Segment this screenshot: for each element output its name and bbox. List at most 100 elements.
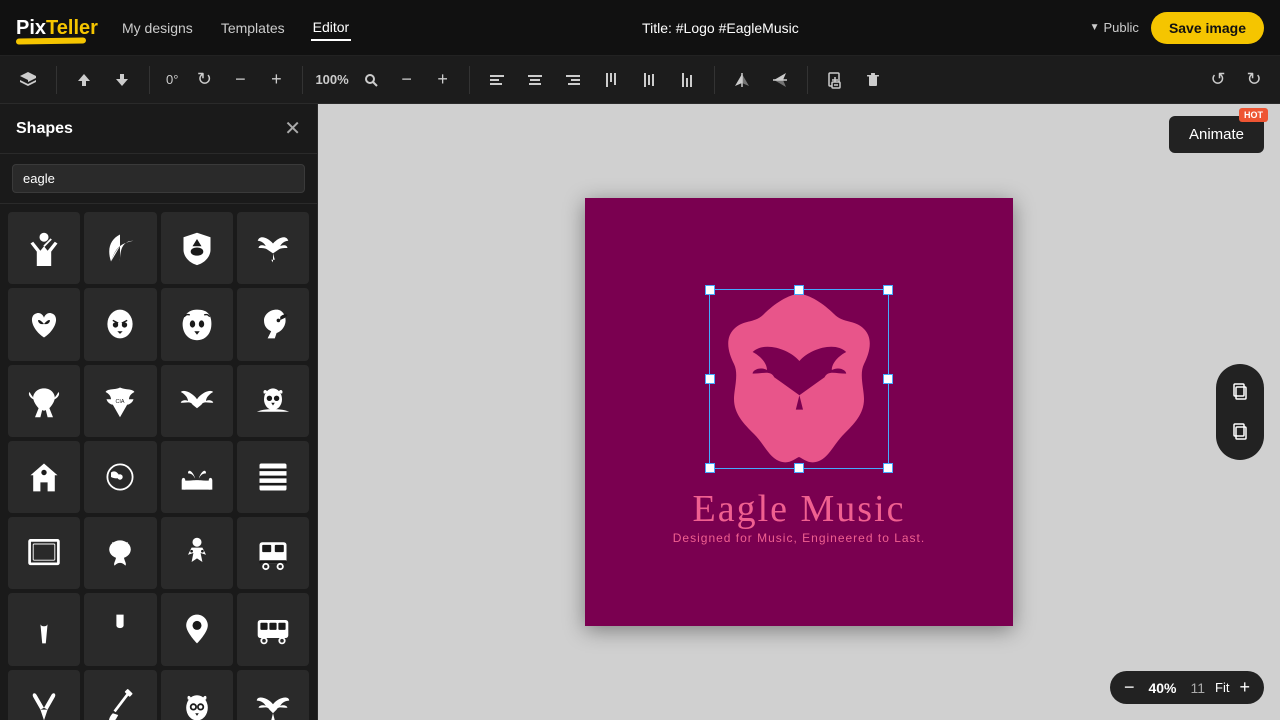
close-sidebar-button[interactable]: ✕ [284,116,301,141]
save-image-button[interactable]: Save image [1151,12,1264,44]
shape-bus-side[interactable] [237,593,309,665]
sep-1 [56,66,57,94]
copy-up-button[interactable] [1216,372,1264,412]
sidebar-title: Shapes [16,120,73,138]
shape-eagle-beak[interactable] [84,517,156,589]
shape-person[interactable] [8,212,80,284]
sep-6 [807,66,808,94]
shape-eagle-feather[interactable] [84,212,156,284]
flip-horizontal-button[interactable] [727,67,757,93]
search-input[interactable] [12,164,305,193]
rotate-plus-button[interactable]: + [262,65,290,94]
flip-vertical-button[interactable] [765,67,795,93]
rotate-value: 0° [162,72,182,87]
animate-button-wrapper: Animate HOT [1169,116,1264,153]
nav-editor[interactable]: Editor [311,15,352,41]
shape-eagle-sitting[interactable] [8,365,80,437]
align-top-button[interactable] [596,67,626,93]
shape-fork-tool[interactable] [8,593,80,665]
shape-wishbone[interactable] [8,670,80,720]
shape-owl-round[interactable] [161,670,233,720]
main-area: Shapes ✕ [0,104,1280,720]
shape-bird-right[interactable] [237,670,309,720]
move-layer-down-button[interactable] [107,67,137,93]
canvas-subtitle: Designed for Music, Engineered to Last. [673,531,925,545]
shape-cia-eagle[interactable]: CIA [84,365,156,437]
delete-button[interactable] [858,67,888,93]
bottom-zoom-bar: − 40% 11 Fit + [1110,671,1264,704]
move-layer-up-button[interactable] [69,67,99,93]
shape-eagle-flying[interactable] [161,365,233,437]
redo-button[interactable]: ↻ [1240,65,1268,94]
add-page-button[interactable] [820,67,850,93]
zoom-out-button[interactable]: − [1124,677,1135,698]
rotate-minus-button[interactable]: − [226,65,254,94]
shape-eagle-face-round[interactable] [161,288,233,360]
title-label: Title: [642,20,672,36]
align-left-button[interactable] [482,67,512,93]
align-middle-button[interactable] [634,67,664,93]
eagle-badge-svg [689,279,909,479]
nav-my-designs[interactable]: My designs [120,16,195,40]
shape-bird-stripes[interactable] [237,441,309,513]
align-bottom-button[interactable] [672,67,702,93]
canvas-text-block: Eagle Music Designed for Music, Engineer… [673,487,925,545]
shape-map-pin[interactable] [161,593,233,665]
animate-label: Animate [1189,126,1244,143]
canvas-area: Animate HOT [318,104,1280,720]
shape-picture-frame[interactable] [8,517,80,589]
shape-heart-eagle[interactable] [8,288,80,360]
shape-bus-front[interactable] [237,517,309,589]
canvas-main-title: Eagle Music [673,487,925,531]
shape-fork-utensil[interactable] [84,593,156,665]
shape-owl-on-branch[interactable] [237,365,309,437]
logo-design-content: Eagle Music Designed for Music, Engineer… [585,198,1013,626]
shape-gingerbread[interactable] [161,517,233,589]
shape-eagle-profile[interactable] [237,288,309,360]
animate-button[interactable]: Animate HOT [1169,116,1264,153]
page-number: 11 [1190,680,1205,696]
layers-button[interactable] [12,66,44,94]
copy-down-button[interactable] [1216,412,1264,452]
zoom-icon-button[interactable] [357,68,385,92]
shape-bird-sofa[interactable] [161,441,233,513]
fit-button[interactable]: Fit [1215,680,1229,695]
shape-eagle-shield[interactable] [161,212,233,284]
zoom-minus-button[interactable]: − [393,65,421,94]
shape-eagle-face-angry[interactable] [84,288,156,360]
zoom-in-button[interactable]: + [1239,677,1250,698]
side-copy-panel [1216,364,1264,460]
sidebar-header: Shapes ✕ [0,104,317,154]
zoom-plus-button[interactable]: + [429,65,457,94]
sep-3 [302,66,303,94]
align-center-button[interactable] [520,67,550,93]
triangle-down-icon: ▼ [1090,22,1100,33]
search-container [0,154,317,204]
shape-house[interactable] [8,441,80,513]
top-navigation: PixTeller My designs Templates Editor Ti… [0,0,1280,56]
align-right-button[interactable] [558,67,588,93]
logo-text: PixTeller [16,18,98,38]
rotate-button[interactable]: ↻ [190,65,218,94]
shape-bird-round[interactable] [84,441,156,513]
nav-right-actions: ▼ Public Save image [1090,12,1264,44]
svg-text:CIA: CIA [116,398,125,404]
nav-templates[interactable]: Templates [219,16,287,40]
zoom-percentage: 40% [1144,680,1180,696]
public-button[interactable]: ▼ Public [1090,20,1139,35]
eagle-badge-wrapper [689,279,909,479]
document-title: Title: #Logo #EagleMusic [375,20,1065,36]
logo-underline [16,37,86,44]
title-value[interactable]: #Logo #EagleMusic [676,20,799,36]
sep-4 [469,66,470,94]
shape-brush-tool[interactable] [84,670,156,720]
logo[interactable]: PixTeller [16,10,96,46]
hot-badge: HOT [1239,108,1268,122]
editor-toolbar: 0° ↻ − + 100% − + ↺ ↻ [0,56,1280,104]
shapes-grid: CIA [0,204,317,720]
undo-button[interactable]: ↺ [1204,65,1232,94]
design-canvas[interactable]: Eagle Music Designed for Music, Engineer… [585,198,1013,626]
public-label: Public [1104,20,1139,35]
shape-eagle-spread[interactable] [237,212,309,284]
sep-2 [149,66,150,94]
